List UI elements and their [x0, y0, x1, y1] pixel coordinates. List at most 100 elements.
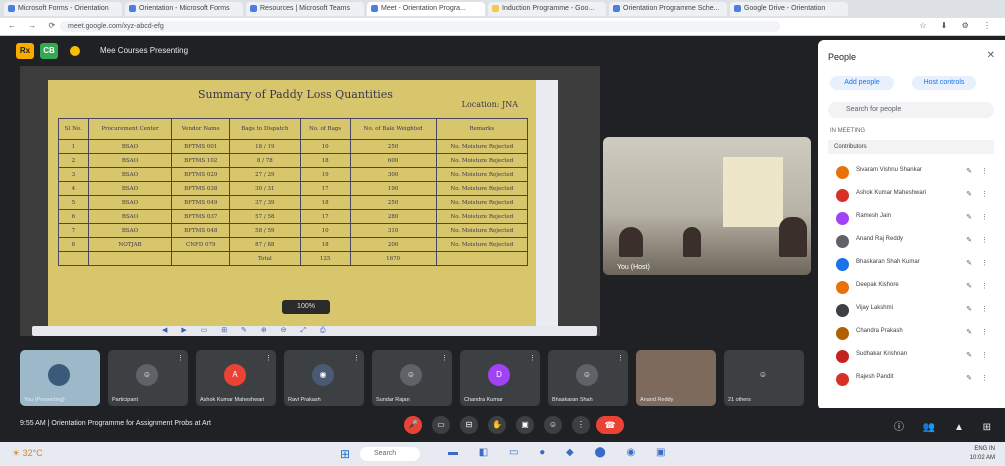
- more-options-icon[interactable]: ⋮: [981, 190, 988, 198]
- avatar: A: [224, 364, 246, 386]
- end-call-button[interactable]: ☎: [596, 416, 624, 434]
- recording-badge: Rx: [16, 43, 34, 59]
- browser-tab[interactable]: Resources | Microsoft Teams: [246, 2, 364, 16]
- table-cell: 200: [349, 237, 437, 252]
- camera-button[interactable]: ▭: [432, 416, 450, 434]
- others-tile[interactable]: ☺ 21 others: [724, 350, 804, 406]
- list-item[interactable]: Bhaskaran Shah Kumar ✎ ⋮: [828, 254, 994, 277]
- list-item[interactable]: Anand Raj Reddy ✎ ⋮: [828, 231, 994, 254]
- address-bar-row: ← → ⟳ meet.google.com/xyz-abcd-efg ☆ ⬇ ⚙…: [0, 18, 1005, 36]
- pinned-name: You (Host): [617, 264, 650, 271]
- browser-tab[interactable]: Induction Programme - Goo...: [488, 2, 606, 16]
- participant-figure: [779, 217, 807, 257]
- list-item[interactable]: Ashok Kumar Maheshwari ✎ ⋮: [828, 185, 994, 208]
- column-header: No. of Bags: [299, 118, 351, 140]
- column-header: Remarks: [435, 118, 529, 140]
- video-tile[interactable]: ☺ ⋮ Bhaskaran Shah: [548, 350, 628, 406]
- mic-off-icon: ✎: [966, 306, 972, 313]
- contributors-group[interactable]: Contributors: [828, 140, 994, 154]
- system-tray[interactable]: ENG IN 10:02 AM: [970, 445, 995, 463]
- table-cell: BSAO: [87, 181, 173, 196]
- more-options-icon[interactable]: ⋮: [981, 282, 988, 290]
- table-cell: 7: [58, 223, 89, 238]
- people-search-input[interactable]: Search for people: [828, 102, 994, 118]
- close-icon[interactable]: ✕: [987, 50, 995, 61]
- table-cell: No. Moisture Rejected: [435, 167, 529, 182]
- scroll-strip[interactable]: [536, 80, 558, 330]
- more-options-icon[interactable]: ⋮: [981, 328, 988, 336]
- windows-taskbar: ☀ 32°C ⊞ Search ▬ ◧ ▭ ● ◆ ⬤ ◉ ▣ ENG IN 1…: [0, 442, 1005, 466]
- browser-tab[interactable]: Orientation - Microsoft Forms: [125, 2, 243, 16]
- browser-actions-icon[interactable]: ☆ ⬇ ⚙ ⋮: [919, 21, 997, 30]
- more-options-icon[interactable]: ⋮: [981, 351, 988, 359]
- zoom-indicator[interactable]: 100%: [282, 300, 330, 314]
- video-tile[interactable]: ◉ ⋮ Ravi Prakash: [284, 350, 364, 406]
- more-options-button[interactable]: ⋮: [572, 416, 590, 434]
- browser-tab[interactable]: Google Drive - Orientation: [730, 2, 848, 16]
- pinned-video-tile[interactable]: You (Host): [603, 137, 811, 275]
- video-tile[interactable]: Anand Reddy: [636, 350, 716, 406]
- browser-tab[interactable]: Orientation Programme Sche...: [609, 2, 727, 16]
- list-item[interactable]: Chandra Prakash ✎ ⋮: [828, 323, 994, 346]
- tile-name: Sundar Rajan: [376, 397, 410, 403]
- present-button[interactable]: ▣: [516, 416, 534, 434]
- list-item[interactable]: Deepak Kishore ✎ ⋮: [828, 277, 994, 300]
- taskbar-apps-icon[interactable]: ▬ ◧ ▭ ● ◆ ⬤ ◉ ▣: [448, 447, 674, 458]
- more-options-icon[interactable]: ⋮: [981, 259, 988, 267]
- more-options-icon[interactable]: ⋮: [981, 213, 988, 221]
- total-label: Total: [229, 251, 301, 266]
- browser-tab-active[interactable]: Meet - Orientation Progra...: [367, 2, 485, 16]
- list-item[interactable]: Rajesh Pandit ✎ ⋮: [828, 369, 994, 392]
- host-controls-button[interactable]: Host controls: [912, 76, 976, 90]
- table-cell: 190: [349, 181, 437, 196]
- list-item[interactable]: Ramesh Jain ✎ ⋮: [828, 208, 994, 231]
- list-item[interactable]: Vijay Lakshmi ✎ ⋮: [828, 300, 994, 323]
- list-item[interactable]: Sivaram Vishnu Shankar ✎ ⋮: [828, 162, 994, 185]
- taskbar-search[interactable]: Search: [360, 447, 420, 461]
- mic-off-icon: ✎: [966, 214, 972, 221]
- captions-button[interactable]: ⊟: [460, 416, 478, 434]
- viewer-toolbar[interactable]: ◀ ▶ ▭ ⊞ ✎ ⊕ ⊖ ⤢ ⎙: [32, 326, 597, 336]
- more-options-icon[interactable]: ⋮: [981, 374, 988, 382]
- raise-hand-button[interactable]: ✋: [488, 416, 506, 434]
- participant-figure: [619, 227, 643, 257]
- table-cell: BFTMS 102: [171, 153, 231, 168]
- video-tile[interactable]: ☺ ⋮ Sundar Rajan: [372, 350, 452, 406]
- mic-off-icon: ✎: [966, 283, 972, 290]
- table-cell: No. Moisture Rejected: [435, 139, 529, 154]
- column-header: Procurement Center: [87, 118, 173, 140]
- list-item[interactable]: Sudhakar Krishnan ✎ ⋮: [828, 346, 994, 369]
- nav-buttons-icon[interactable]: ← → ⟳: [8, 21, 60, 30]
- mic-button[interactable]: 🎤: [404, 416, 422, 434]
- browser-tab[interactable]: Microsoft Forms - Orientation: [4, 2, 122, 16]
- weather-widget[interactable]: ☀ 32°C: [12, 448, 43, 459]
- more-options-icon[interactable]: ⋮: [981, 305, 988, 313]
- video-tile[interactable]: ☺ ⋮ Participant: [108, 350, 188, 406]
- participant-list: Sivaram Vishnu Shankar ✎ ⋮ Ashok Kumar Mah…: [828, 162, 994, 392]
- column-header: No. of Bale Weighted: [349, 118, 437, 140]
- table-cell: 19: [299, 167, 351, 182]
- table-cell: 310: [349, 223, 437, 238]
- participant-name: Sivaram Vishnu Shankar: [856, 167, 922, 173]
- video-tile[interactable]: D ⋮ Chandra Kumar: [460, 350, 540, 406]
- table-cell: 6: [58, 209, 89, 224]
- avatar: [836, 212, 849, 225]
- video-tile-self[interactable]: You (Presenting): [20, 350, 100, 406]
- participant-tiles: You (Presenting) ☺ ⋮ Participant A ⋮ Ashok K…: [20, 350, 812, 408]
- people-panel: People ✕ Add people Host controls Search…: [818, 40, 1005, 410]
- side-panel-icons[interactable]: ⓘ 👥 ▲ ⊞: [894, 418, 999, 433]
- start-icon[interactable]: ⊞: [340, 447, 354, 461]
- video-tile[interactable]: A ⋮ Ashok Kumar Maheshwari: [196, 350, 276, 406]
- reactions-button[interactable]: ☺: [544, 416, 562, 434]
- url-input[interactable]: meet.google.com/xyz-abcd-efg: [60, 21, 780, 32]
- tile-name: Bhaskaran Shah: [552, 397, 593, 403]
- others-icon: ☺: [752, 364, 774, 386]
- avatar: [836, 281, 849, 294]
- add-people-button[interactable]: Add people: [830, 76, 894, 90]
- table-cell: 18: [299, 237, 351, 252]
- more-options-icon[interactable]: ⋮: [981, 167, 988, 175]
- mic-off-icon: ✎: [966, 329, 972, 336]
- more-options-icon[interactable]: ⋮: [981, 236, 988, 244]
- table-cell: 18: [299, 153, 351, 168]
- mic-off-icon: ⋮: [441, 355, 448, 362]
